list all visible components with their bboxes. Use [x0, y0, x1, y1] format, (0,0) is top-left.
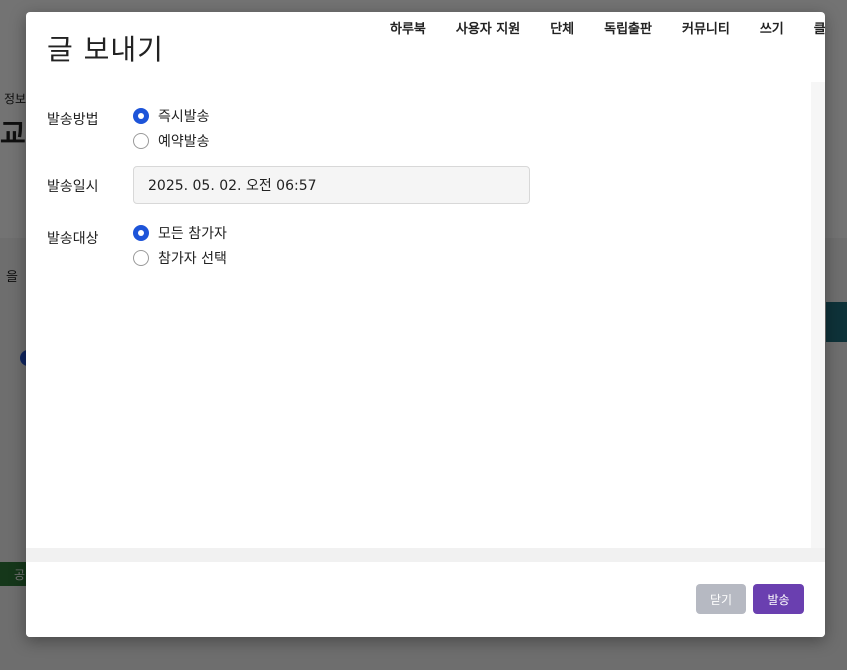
nav-item-club[interactable]: 클럽: [814, 18, 825, 37]
radio-unchecked-icon[interactable]: [133, 132, 149, 149]
nav-item-haru-book[interactable]: 하루북: [390, 18, 426, 37]
target-option-select[interactable]: 참가자 선택: [133, 245, 227, 270]
nav-item-write[interactable]: 쓰기: [760, 18, 784, 37]
method-label: 발송방법: [47, 112, 99, 128]
method-row: 발송방법 즉시발송 예약발송: [47, 103, 210, 153]
close-button[interactable]: 닫기: [696, 584, 746, 614]
radio-label: 예약발송: [158, 133, 210, 150]
scrollbar-track[interactable]: [811, 82, 825, 548]
send-post-modal: 글 보내기 하루북 사용자 지원 단체 독립출판 커뮤니티 쓰기 클럽 발송방법…: [26, 12, 825, 637]
modal-footer: 닫기 발송: [26, 562, 825, 637]
modal-body[interactable]: 발송방법 즉시발송 예약발송 발송일시 발송대상 모든 참가: [26, 82, 812, 549]
nav-item-community[interactable]: 커뮤니티: [682, 18, 730, 37]
radio-unchecked-icon[interactable]: [133, 249, 149, 266]
target-row: 발송대상 모든 참가자 참가자 선택: [47, 220, 227, 270]
modal-title: 글 보내기: [47, 33, 164, 66]
method-option-scheduled[interactable]: 예약발송: [133, 128, 210, 153]
radio-label: 즉시발송: [158, 108, 210, 125]
method-radio-group: 즉시발송 예약발송: [133, 103, 210, 153]
modal-header: 글 보내기 하루북 사용자 지원 단체 독립출판 커뮤니티 쓰기 클럽: [26, 12, 825, 82]
radio-label: 모든 참가자: [158, 225, 227, 242]
footer-divider: [26, 548, 825, 563]
radio-checked-icon[interactable]: [133, 107, 149, 124]
nav-item-indie-publishing[interactable]: 독립출판: [604, 18, 652, 37]
radio-label: 참가자 선택: [158, 250, 227, 267]
radio-checked-icon[interactable]: [133, 224, 149, 241]
send-button[interactable]: 발송: [753, 584, 804, 614]
nav-item-organization[interactable]: 단체: [550, 18, 574, 37]
datetime-field[interactable]: [133, 166, 530, 204]
target-option-all[interactable]: 모든 참가자: [133, 220, 227, 245]
target-radio-group: 모든 참가자 참가자 선택: [133, 220, 227, 270]
nav-item-user-support[interactable]: 사용자 지원: [456, 18, 520, 37]
target-label: 발송대상: [47, 231, 99, 247]
method-option-immediate[interactable]: 즉시발송: [133, 103, 210, 128]
top-navigation: 하루북 사용자 지원 단체 독립출판 커뮤니티 쓰기 클럽: [390, 18, 825, 37]
datetime-row: 발송일시: [47, 166, 530, 204]
datetime-label: 발송일시: [47, 179, 99, 195]
